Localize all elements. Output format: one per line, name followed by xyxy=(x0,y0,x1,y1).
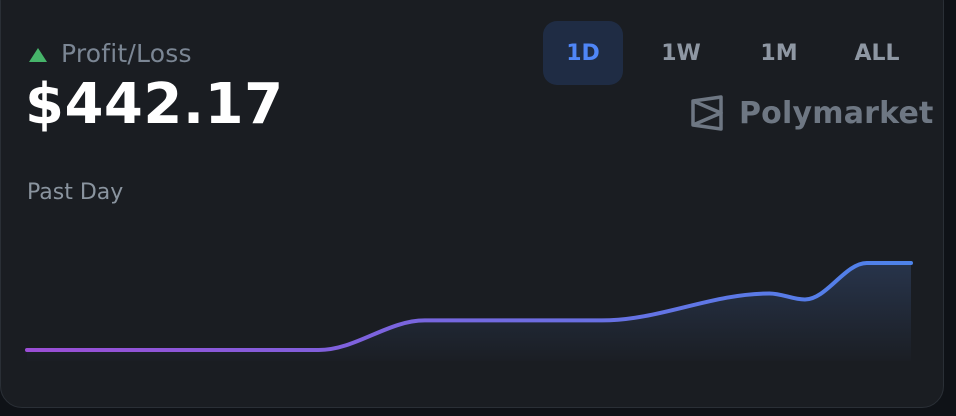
profit-loss-card: Profit/Loss 1D 1W 1M ALL $442.17 Polymar… xyxy=(0,0,944,408)
chart-area-fill xyxy=(27,263,911,361)
pnl-chart xyxy=(25,260,913,361)
